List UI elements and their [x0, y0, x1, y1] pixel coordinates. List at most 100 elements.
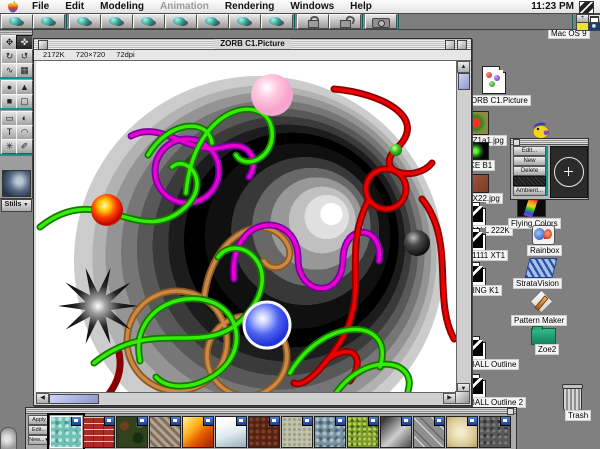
zorb-picture-file-icon[interactable]: [482, 66, 506, 94]
arc-tool[interactable]: ◠: [16, 125, 33, 140]
unlock-button[interactable]: [329, 14, 361, 29]
selected-light-item[interactable]: [513, 176, 546, 186]
edit-light-button[interactable]: Edit...: [513, 146, 546, 156]
close-icon[interactable]: [507, 408, 514, 415]
light-sphere-preview[interactable]: [550, 146, 588, 198]
shaded-sphere-tool[interactable]: ◐: [16, 111, 33, 126]
tool-glyph: [141, 17, 153, 25]
icon-label[interactable]: StrataVision: [513, 278, 562, 289]
scroll-up-arrow[interactable]: ▲: [457, 61, 470, 73]
icon-label[interactable]: Zoe2: [535, 344, 559, 355]
palette-drag-bar[interactable]: [26, 408, 516, 414]
texture-swatch-red-brick[interactable]: [83, 416, 115, 448]
zoe2-folder-icon[interactable]: [531, 328, 556, 345]
texture-badge-icon: [104, 417, 114, 426]
spin-tool[interactable]: ↺: [16, 49, 33, 64]
window-title-bar[interactable]: ZORB C1.Picture: [34, 39, 471, 50]
move-tool[interactable]: ✜: [16, 35, 33, 50]
texture-swatch-granite[interactable]: [479, 416, 511, 448]
collapse-box[interactable]: [457, 40, 467, 50]
image-info-bar: 2172K 720×720 72dpi: [34, 50, 471, 61]
rounded-cube-tool[interactable]: ▢: [16, 94, 33, 109]
texture-badge-icon: [137, 417, 147, 426]
texture-swatch-basket-weave[interactable]: [149, 416, 181, 448]
menu-windows[interactable]: Windows: [282, 0, 342, 13]
zorb-artwork: [36, 61, 456, 395]
curve-tool-button[interactable]: [197, 14, 229, 29]
menu-edit[interactable]: Edit: [57, 0, 92, 13]
close-box[interactable]: [38, 40, 48, 50]
ambient-light-button[interactable]: Ambient...: [513, 186, 546, 196]
vertex-edit-tool-button[interactable]: [101, 14, 133, 29]
preview-eye-button[interactable]: [588, 22, 600, 31]
small-green-sphere: [390, 144, 402, 156]
wave-tool-button[interactable]: [165, 14, 197, 29]
texture-bag-tool-button[interactable]: [229, 14, 261, 29]
top-toolbar: +: [0, 13, 600, 30]
icon-label[interactable]: Rainbox: [527, 245, 562, 256]
new-light-button[interactable]: New: [513, 156, 546, 166]
texture-swatch-scratched-metal[interactable]: [413, 416, 445, 448]
menu-rendering[interactable]: Rendering: [217, 0, 282, 13]
menu-modeling[interactable]: Modeling: [92, 0, 152, 13]
twist-tool-button[interactable]: [133, 14, 165, 29]
texture-swatch-steel[interactable]: [380, 416, 412, 448]
texture-swatch-sandstone[interactable]: [281, 416, 313, 448]
close-icon[interactable]: [513, 139, 520, 146]
picture-canvas[interactable]: [36, 61, 456, 395]
palette-drag-bar[interactable]: [0, 30, 32, 34]
cone-tool[interactable]: ▲: [16, 80, 33, 95]
menu-help[interactable]: Help: [342, 0, 380, 13]
move-object-tool-button[interactable]: [1, 14, 33, 29]
texture-badge-icon: [302, 417, 312, 426]
eraser-tool-button[interactable]: [69, 14, 101, 29]
delete-light-button[interactable]: Delete: [513, 166, 546, 176]
tool-palette: ✥ ✜ ↻ ↺ ∿ ▦ ● ▲ ■ ▢ ▭ ◐ T ◠ ✳ ✐ Stills ▼: [0, 29, 33, 199]
horizontal-scrollbar[interactable]: ◀ ▶: [36, 392, 456, 404]
icon-label[interactable]: ZORB C1.Picture: [463, 95, 531, 106]
globe-tool-button[interactable]: [261, 14, 293, 29]
stratavision-app-icon[interactable]: [525, 258, 558, 278]
scroll-left-arrow[interactable]: ◀: [36, 393, 49, 404]
palette-drag-bar[interactable]: [511, 139, 588, 145]
toolbar-separator: [361, 13, 364, 29]
horizontal-scroll-thumb[interactable]: [49, 394, 99, 404]
menu-file[interactable]: File: [24, 0, 57, 13]
texture-swatch-ice[interactable]: [215, 416, 247, 448]
texture-swatch-brown-clay[interactable]: [248, 416, 280, 448]
rainbox-app-icon[interactable]: [532, 225, 555, 245]
texture-swatch-grass[interactable]: [347, 416, 379, 448]
texture-swatch-fire-marble[interactable]: [182, 416, 214, 448]
new-texture-button[interactable]: New...▼: [28, 435, 50, 445]
marquee-tool[interactable]: ▦: [16, 63, 33, 78]
edit-texture-button[interactable]: Edit...: [28, 425, 50, 435]
icon-label[interactable]: Pattern Maker: [511, 315, 567, 326]
duck-icon[interactable]: [531, 121, 553, 139]
pattern-maker-app-icon[interactable]: [529, 291, 554, 312]
texture-badge-icon: [368, 417, 378, 426]
grow-box[interactable]: [455, 391, 470, 404]
render-camera-button[interactable]: [365, 14, 397, 29]
texture-swatch-blue-stone[interactable]: [314, 416, 346, 448]
toolbar-separator: [571, 13, 574, 29]
zoom-box[interactable]: [445, 40, 455, 50]
icon-label[interactable]: Trash: [565, 410, 591, 421]
vertical-scroll-thumb[interactable]: [458, 73, 470, 90]
apple-menu[interactable]: [0, 0, 24, 13]
reshape-tool-button[interactable]: [33, 14, 65, 29]
active-app-icon[interactable]: [579, 1, 594, 14]
vertical-scrollbar[interactable]: ▲ ▼: [456, 61, 470, 395]
picture-file-art: [485, 70, 503, 90]
lock-button[interactable]: [297, 14, 329, 29]
texture-swatch-aqua-bump[interactable]: [50, 416, 82, 448]
texture-swatch-parchment-swirl[interactable]: [446, 416, 478, 448]
camera-preview-thumbnail[interactable]: [2, 170, 31, 197]
tool-glyph: [173, 17, 185, 25]
blue-sphere: [244, 302, 290, 348]
trash-icon[interactable]: [563, 386, 582, 411]
apply-texture-button[interactable]: Apply: [28, 415, 50, 425]
eyedropper-tool[interactable]: ✐: [16, 139, 33, 154]
render-mode-dropdown[interactable]: Stills ▼: [1, 199, 32, 212]
menu-bar: File Edit Modeling Animation Rendering W…: [0, 0, 600, 14]
texture-swatch-camouflage[interactable]: [116, 416, 148, 448]
